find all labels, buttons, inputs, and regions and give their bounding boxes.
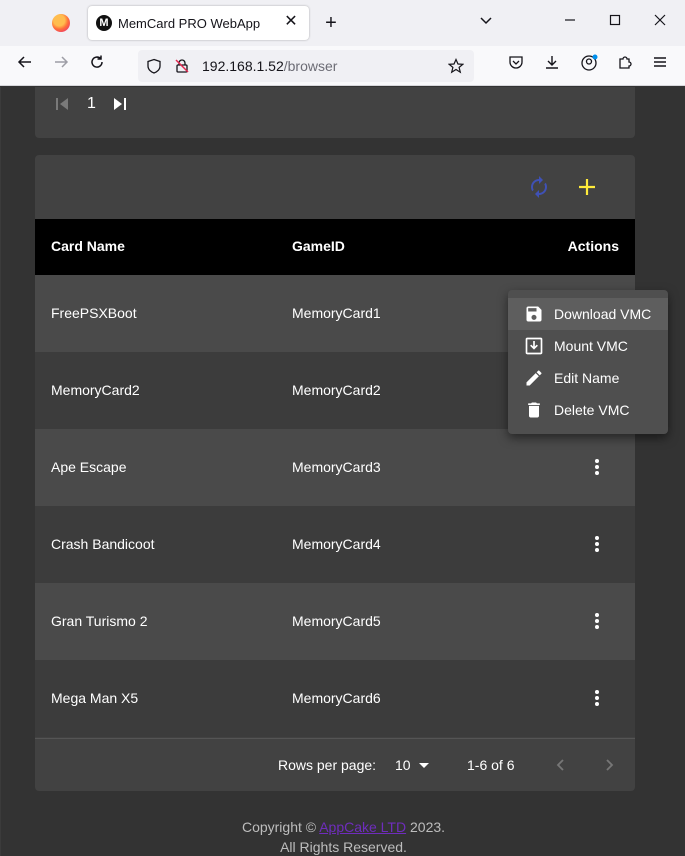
row-actions-kebab-icon[interactable] [587,686,607,710]
row-actions-kebab-icon[interactable] [587,532,607,556]
table-row: Gran Turismo 2 MemoryCard5 [35,583,635,660]
url-host: 192.168.1.52 [202,58,284,74]
account-icon[interactable] [577,54,601,78]
memory-card-table-card: Card Name GameID Actions FreePSXBoot Mem… [35,155,635,791]
card-name-cell: MemoryCard2 [51,382,140,398]
game-id-cell: MemoryCard3 [292,459,381,475]
minimize-icon[interactable] [559,12,581,34]
column-header-card-name[interactable]: Card Name [51,238,125,254]
menu-label: Delete VMC [554,402,630,418]
next-page-icon[interactable] [599,755,619,775]
rows-per-page-label: Rows per page: [278,757,377,773]
tab-list-chevron-icon[interactable] [475,12,497,34]
url-bar[interactable]: 192.168.1.52/browser [138,50,474,82]
trash-icon [524,400,544,420]
rows-per-page-select[interactable]: 10 [395,757,411,773]
menu-label: Download VMC [554,306,652,322]
menu-label: Edit Name [554,370,620,386]
game-id-cell: MemoryCard6 [292,690,381,706]
table-row: Mega Man X5 MemoryCard6 [35,660,635,737]
pagination-range: 1-6 of 6 [467,757,515,773]
menu-item-mount-vmc[interactable]: Mount VMC [508,330,668,362]
refresh-icon[interactable] [527,175,551,199]
card-name-cell: Ape Escape [51,459,127,475]
first-page-icon[interactable] [53,95,71,113]
maximize-icon[interactable] [604,12,626,34]
card-name-cell: Mega Man X5 [51,690,139,706]
table-header: Card Name GameID Actions [35,219,635,275]
menu-item-edit-name[interactable]: Edit Name [508,362,668,394]
browser-tabstrip: M MemCard PRO WebApp ✕ + [0,0,685,46]
game-id-cell: MemoryCard2 [292,382,381,398]
table-toolbar [35,155,635,219]
card-name-cell: Crash Bandicoot [51,536,155,552]
column-header-actions: Actions [567,238,619,254]
url-text[interactable]: 192.168.1.52/browser [202,58,337,74]
reload-icon[interactable] [85,54,109,78]
previous-page-icon[interactable] [551,755,571,775]
hamburger-menu-icon[interactable] [648,54,672,78]
table-pagination-footer: Rows per page: 10 1-6 of 6 [35,738,635,791]
browser-navbar: 192.168.1.52/browser [0,46,685,86]
menu-item-download-vmc[interactable]: Download VMC [508,298,668,330]
last-page-icon[interactable] [111,95,129,113]
tab-close-icon[interactable]: ✕ [281,12,301,32]
insecure-lock-icon[interactable] [174,58,190,74]
bookmark-star-icon[interactable] [447,58,465,74]
forward-arrow-icon[interactable] [49,54,73,78]
game-id-cell: MemoryCard4 [292,536,381,552]
row-actions-menu: Download VMC Mount VMC Edit Name Delete … [508,290,668,434]
current-page-number[interactable]: 1 [87,95,96,113]
tab-title: MemCard PRO WebApp [118,16,261,31]
game-id-cell: MemoryCard1 [292,305,381,321]
top-pager-card: 1 [35,87,635,138]
pocket-icon[interactable] [504,54,528,78]
company-link[interactable]: AppCake LTD [319,819,406,835]
add-card-icon[interactable] [575,175,599,199]
table-row: Crash Bandicoot MemoryCard4 [35,506,635,583]
row-actions-kebab-icon[interactable] [587,455,607,479]
extensions-icon[interactable] [613,54,637,78]
page-footer: Copyright © AppCake LTD 2023. All Rights… [1,817,685,856]
new-tab-icon[interactable]: + [320,12,342,34]
row-actions-kebab-icon[interactable] [587,609,607,633]
copyright-year: 2023. [410,819,446,835]
firefox-icon[interactable] [52,14,70,32]
card-name-cell: FreePSXBoot [51,305,137,321]
card-name-cell: Gran Turismo 2 [51,613,148,629]
shield-icon[interactable] [146,58,162,74]
menu-label: Mount VMC [554,338,628,354]
table-row: Ape Escape MemoryCard3 [35,429,635,506]
rows-per-page-caret-icon[interactable] [419,763,429,768]
page-content: 1 Card Name GameID Actions FreePSXBoot M… [0,87,685,856]
save-icon [524,304,544,324]
pencil-icon [524,368,544,388]
column-header-game-id[interactable]: GameID [292,238,345,254]
menu-item-delete-vmc[interactable]: Delete VMC [508,394,668,426]
game-id-cell: MemoryCard5 [292,613,381,629]
copyright-line: Copyright © AppCake LTD 2023. [1,817,685,837]
close-window-icon[interactable] [649,12,671,34]
back-arrow-icon[interactable] [13,54,37,78]
memcard-favicon-icon: M [96,15,112,31]
download-box-icon [524,336,544,356]
url-path: /browser [283,58,338,74]
downloads-icon[interactable] [540,54,564,78]
copyright-prefix: Copyright © [241,819,317,835]
rights-line: All Rights Reserved. [280,839,407,855]
browser-tab[interactable]: M MemCard PRO WebApp ✕ [88,6,309,40]
